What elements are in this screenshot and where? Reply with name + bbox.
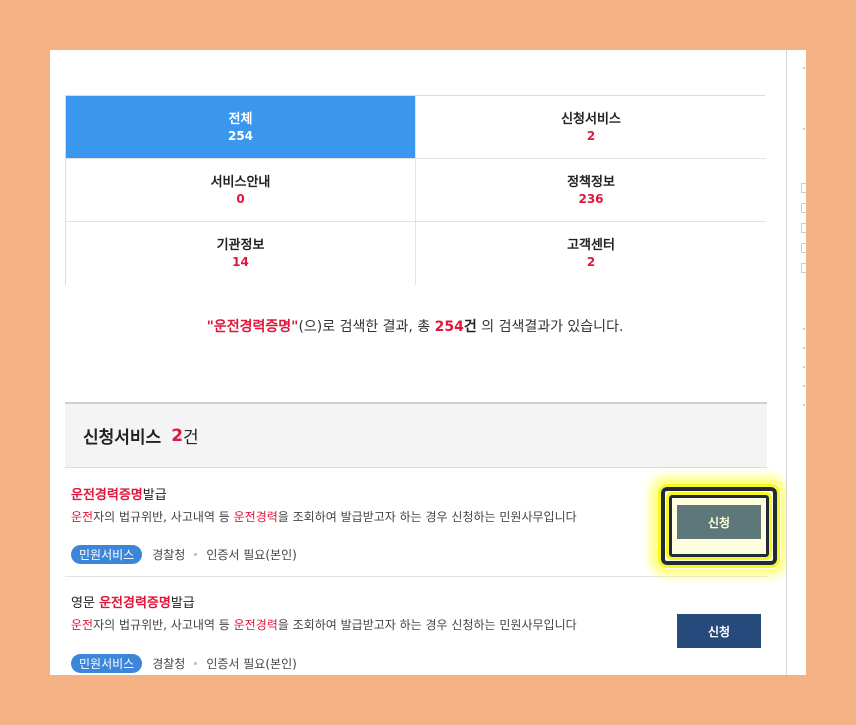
tab-count: 0 bbox=[236, 191, 245, 206]
title-rest: 발급 bbox=[170, 596, 195, 611]
panel-item bbox=[801, 263, 806, 273]
tab-count: 254 bbox=[227, 128, 254, 143]
panel-item bbox=[801, 223, 806, 233]
tab-policy-info[interactable]: 정책정보 236 bbox=[416, 159, 766, 222]
panel-bullet bbox=[803, 67, 805, 69]
summary-text-end: 의 검색결과가 있습니다. bbox=[476, 319, 624, 335]
result-description: 운전자의 법규위반, 사고내역 등 운전경력을 조회하여 발급받고자 하는 경우… bbox=[71, 508, 577, 525]
tab-count: 2 bbox=[586, 255, 596, 269]
desc-text: 을 조회하여 발급받고자 하는 경우 신청하는 민원사무입니다 bbox=[277, 618, 577, 632]
summary-text: (으)로 검색한 결과, 총 bbox=[298, 319, 435, 335]
title-rest: 발급 bbox=[142, 488, 167, 503]
tab-all[interactable]: 전체 254 bbox=[66, 96, 416, 159]
category-tab-grid: 전체 254 신청서비스 2 서비스안내 0 정책정보 236 기관정보 14 … bbox=[65, 95, 766, 285]
desc-highlight: 운전 bbox=[71, 618, 94, 632]
apply-button[interactable]: 신청 bbox=[677, 505, 761, 539]
category-badge: 민원서비스 bbox=[71, 545, 143, 564]
panel-item bbox=[801, 203, 806, 213]
search-keyword: "운전경력증명" bbox=[206, 319, 299, 335]
agency-name: 경찰청 bbox=[152, 548, 186, 562]
tab-label: 고객센터 bbox=[567, 238, 615, 253]
result-item: 영문 운전경력증명발급 운전자의 법규위반, 사고내역 등 운전경력을 조회하여… bbox=[65, 578, 767, 675]
tab-agency-info[interactable]: 기관정보 14 bbox=[66, 222, 416, 285]
tab-label: 전체 bbox=[228, 111, 253, 127]
desc-text: 자의 법규위반, 사고내역 등 bbox=[93, 510, 234, 524]
tab-service-guide[interactable]: 서비스안내 0 bbox=[66, 159, 416, 222]
requirement-text: 인증서 필요(본인) bbox=[206, 657, 297, 671]
apply-button[interactable]: 신청 bbox=[677, 614, 761, 648]
panel-bullet bbox=[803, 128, 805, 130]
result-meta: 민원서비스 경찰청 인증서 필요(본인) bbox=[71, 545, 297, 564]
tab-count: 236 bbox=[578, 191, 604, 206]
panel-item bbox=[801, 183, 806, 193]
tab-customer-center[interactable]: 고객센터 2 bbox=[416, 222, 766, 285]
tab-label: 정책정보 bbox=[567, 174, 615, 190]
agency-name: 경찰청 bbox=[152, 657, 186, 671]
desc-highlight: 운전경력 bbox=[233, 510, 278, 524]
browser-viewport: 전체 254 신청서비스 2 서비스안내 0 정책정보 236 기관정보 14 … bbox=[50, 50, 806, 675]
panel-bullet bbox=[803, 328, 805, 330]
total-count: 254 bbox=[434, 319, 464, 335]
result-item: 운전경력증명발급 운전자의 법규위반, 사고내역 등 운전경력을 조회하여 발급… bbox=[65, 470, 767, 577]
section-unit: 건 bbox=[183, 428, 199, 448]
desc-text: 을 조회하여 발급받고자 하는 경우 신청하는 민원사무입니다 bbox=[277, 510, 577, 524]
requirement-text: 인증서 필요(본인) bbox=[206, 548, 297, 562]
title-highlight: 운전경력증명 bbox=[71, 488, 143, 503]
title-highlight: 운전경력증명 bbox=[99, 596, 171, 611]
panel-bullet bbox=[803, 366, 805, 368]
section-header: 신청서비스 2 건 bbox=[65, 402, 767, 468]
meta-separator bbox=[194, 553, 198, 556]
tab-count: 14 bbox=[232, 255, 249, 269]
desc-highlight: 운전 bbox=[71, 510, 94, 524]
meta-separator bbox=[194, 662, 198, 665]
desc-text: 자의 법규위반, 사고내역 등 bbox=[93, 618, 234, 632]
result-description: 운전자의 법규위반, 사고내역 등 운전경력을 조회하여 발급받고자 하는 경우… bbox=[71, 616, 577, 633]
tab-label: 서비스안내 bbox=[210, 174, 271, 190]
desc-highlight: 운전경력 bbox=[233, 618, 278, 632]
result-title-link[interactable]: 영문 운전경력증명발급 bbox=[71, 592, 195, 611]
result-title-link[interactable]: 운전경력증명발급 bbox=[71, 484, 167, 503]
result-meta: 민원서비스 경찰청 인증서 필요(본인) bbox=[71, 654, 297, 673]
search-summary: "운전경력증명"(으)로 검색한 결과, 총 254건 의 검색결과가 있습니다… bbox=[50, 316, 780, 336]
category-badge: 민원서비스 bbox=[71, 654, 143, 673]
title-prefix: 영문 bbox=[71, 596, 100, 611]
right-side-panel bbox=[786, 50, 806, 675]
section-title: 신청서비스 bbox=[83, 428, 162, 448]
panel-bullet bbox=[803, 347, 805, 349]
tab-label: 기관정보 bbox=[216, 238, 265, 253]
panel-item bbox=[801, 243, 806, 253]
tab-count: 2 bbox=[586, 128, 596, 143]
tab-label: 신청서비스 bbox=[561, 111, 621, 127]
section-count: 2 bbox=[171, 425, 184, 446]
total-unit: 건 bbox=[463, 319, 477, 335]
search-results-main: 전체 254 신청서비스 2 서비스안내 0 정책정보 236 기관정보 14 … bbox=[50, 50, 786, 675]
tab-application-service[interactable]: 신청서비스 2 bbox=[416, 96, 766, 159]
panel-bullet bbox=[803, 385, 805, 387]
panel-bullet bbox=[803, 404, 805, 406]
